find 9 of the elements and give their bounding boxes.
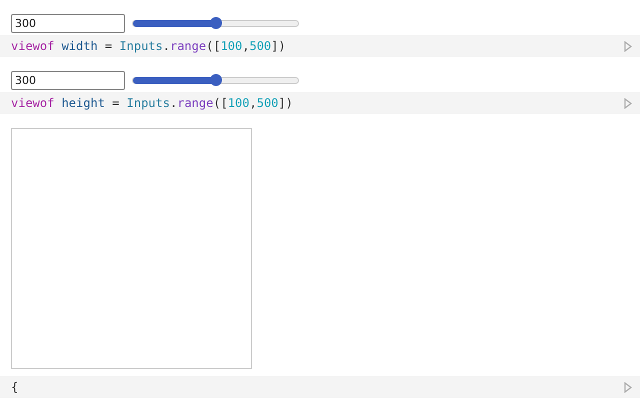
- number-field[interactable]: 300: [11, 70, 125, 90]
- slider-thumb[interactable]: [210, 74, 222, 86]
- number-field[interactable]: 300: [11, 14, 125, 32]
- slider-track[interactable]: [132, 20, 299, 26]
- slider-thumb[interactable]: [210, 16, 222, 28]
- code-line: {: [11, 379, 20, 396]
- code-line: viewof height = Inputs.range([100,500]): [11, 95, 294, 112]
- slider-track[interactable]: [132, 76, 299, 84]
- code-line: viewof width = Inputs.range([100,500]): [11, 38, 287, 55]
